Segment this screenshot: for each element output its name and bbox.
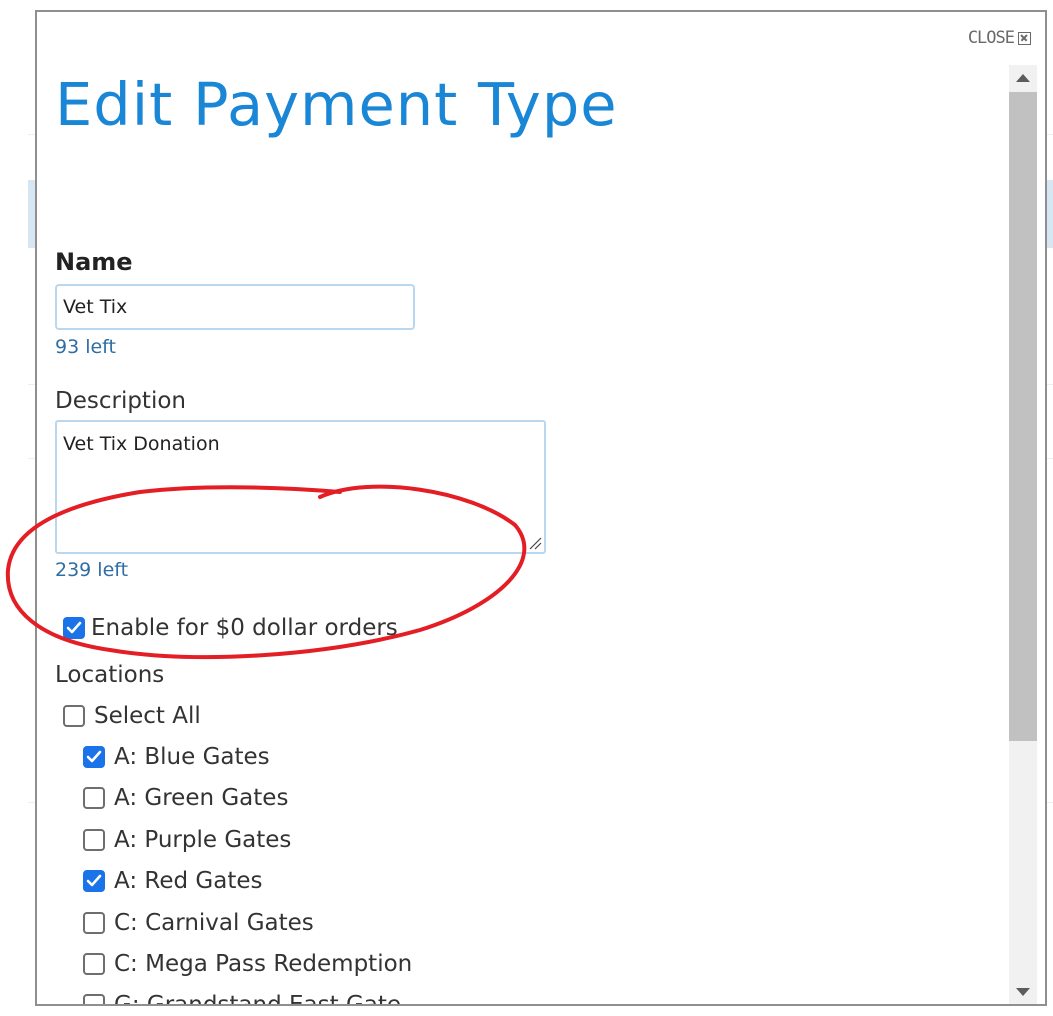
dialog-title: Edit Payment Type — [55, 70, 618, 139]
location-label[interactable]: C: Mega Pass Redemption — [114, 951, 412, 977]
select-all-locations-option[interactable]: Select All — [63, 703, 201, 729]
location-label[interactable]: A: Red Gates — [114, 868, 262, 894]
locations-label: Locations — [55, 662, 165, 688]
edit-payment-type-dialog: CLOSE Edit Payment Type Name Vet Tix 93 … — [35, 10, 1047, 1006]
description-textarea[interactable]: Vet Tix Donation — [55, 420, 546, 554]
description-characters-left: 239 left — [55, 559, 129, 581]
location-checkbox[interactable] — [83, 912, 105, 934]
close-label[interactable]: CLOSE — [968, 28, 1015, 48]
close-button[interactable]: CLOSE — [968, 28, 1031, 48]
scrollbar-thumb[interactable] — [1009, 92, 1037, 741]
checkmark-icon — [86, 874, 102, 887]
description-textarea-value[interactable]: Vet Tix Donation — [63, 433, 220, 455]
select-all-label[interactable]: Select All — [94, 703, 201, 729]
name-characters-left: 93 left — [55, 336, 116, 358]
resize-grip-icon[interactable] — [528, 536, 542, 550]
name-input-value[interactable]: Vet Tix — [63, 296, 127, 318]
dialog-scrollbar[interactable] — [1009, 65, 1037, 1004]
scroll-down-button[interactable] — [1009, 979, 1037, 1004]
location-label[interactable]: A: Purple Gates — [114, 827, 291, 853]
location-checkbox[interactable] — [83, 746, 105, 768]
location-option[interactable]: A: Green Gates — [83, 785, 288, 811]
close-box-icon[interactable] — [1018, 31, 1031, 45]
location-checkbox[interactable] — [83, 787, 105, 809]
location-label[interactable]: G: Grandstand East Gate — [114, 992, 401, 1004]
name-input[interactable]: Vet Tix — [55, 284, 415, 330]
zero-dollar-orders-option[interactable]: Enable for $0 dollar orders — [63, 615, 398, 641]
location-checkbox[interactable] — [83, 953, 105, 975]
background-highlight — [1046, 180, 1053, 248]
arrow-up-icon — [1016, 74, 1030, 82]
checkmark-icon — [66, 621, 82, 634]
location-option[interactable]: C: Mega Pass Redemption — [83, 951, 412, 977]
checkmark-icon — [86, 750, 102, 763]
zero-dollar-orders-label[interactable]: Enable for $0 dollar orders — [91, 615, 398, 641]
location-checkbox[interactable] — [83, 870, 105, 892]
name-label: Name — [55, 248, 133, 276]
location-label[interactable]: C: Carnival Gates — [114, 910, 314, 936]
location-option[interactable]: C: Carnival Gates — [83, 910, 314, 936]
location-option[interactable]: G: Grandstand East Gate — [83, 992, 401, 1004]
location-option[interactable]: A: Blue Gates — [83, 744, 270, 770]
description-label: Description — [55, 388, 186, 414]
location-option[interactable]: A: Purple Gates — [83, 827, 291, 853]
scroll-up-button[interactable] — [1009, 65, 1037, 91]
location-option[interactable]: A: Red Gates — [83, 868, 262, 894]
location-label[interactable]: A: Blue Gates — [114, 744, 270, 770]
arrow-down-icon — [1016, 988, 1030, 996]
select-all-checkbox[interactable] — [63, 705, 85, 727]
location-checkbox[interactable] — [83, 829, 105, 851]
location-checkbox[interactable] — [83, 994, 105, 1004]
screen: CLOSE Edit Payment Type Name Vet Tix 93 … — [0, 0, 1053, 1016]
location-label[interactable]: A: Green Gates — [114, 785, 288, 811]
zero-dollar-orders-checkbox[interactable] — [63, 617, 85, 639]
